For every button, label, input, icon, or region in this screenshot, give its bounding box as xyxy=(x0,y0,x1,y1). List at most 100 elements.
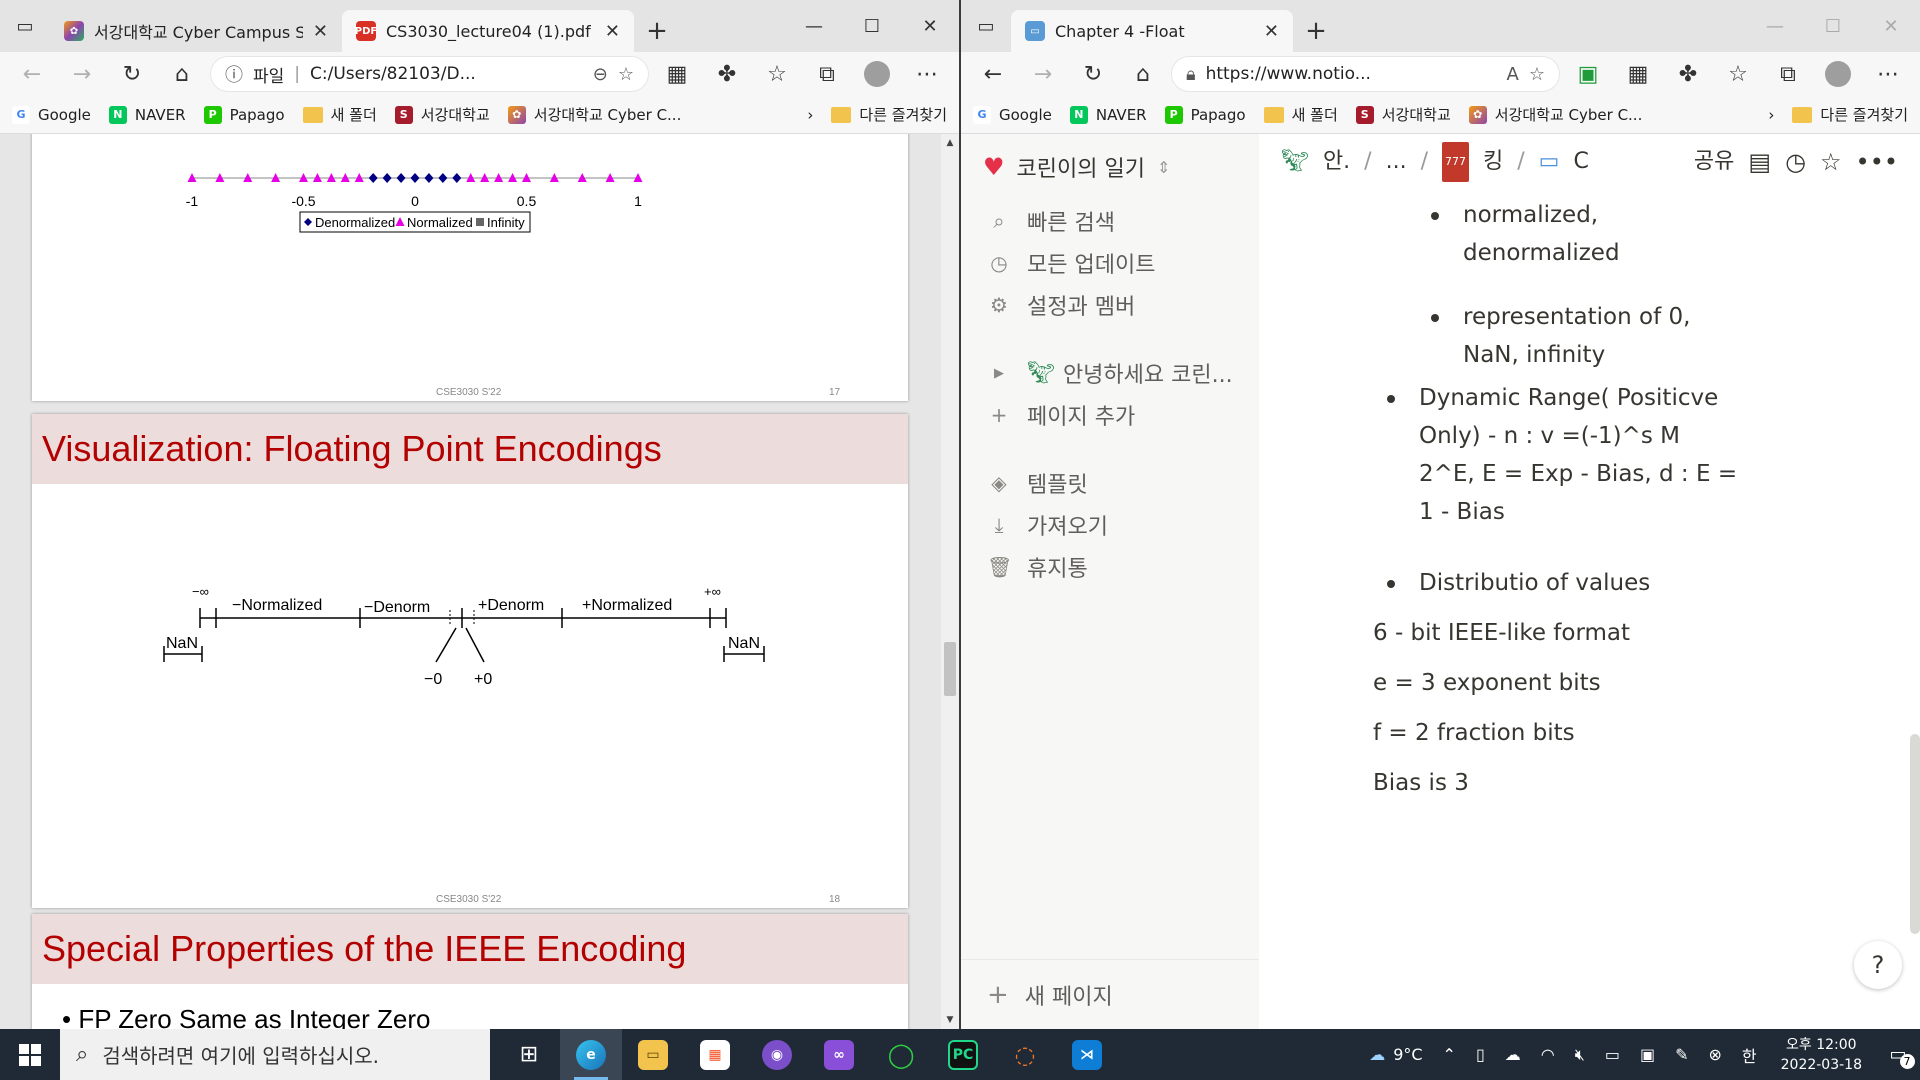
refresh-icon[interactable]: ↻ xyxy=(1071,54,1115,94)
file-explorer-icon[interactable]: ▭ xyxy=(622,1029,684,1080)
bookmark-other-favorites[interactable]: 다른 즐겨찾기 xyxy=(831,104,947,125)
text-line[interactable]: e = 3 exponent bits xyxy=(1373,664,1601,702)
bookmark-other-favorites[interactable]: 다른 즐겨찾기 xyxy=(1792,104,1908,125)
sidebar-item-settings[interactable]: ⚙ 설정과 멤버 xyxy=(961,284,1259,326)
bookmark-sogang[interactable]: S 서강대학교 xyxy=(1355,104,1451,125)
close-window-icon[interactable]: ✕ xyxy=(901,0,959,52)
refresh-app-icon[interactable]: ◯ xyxy=(870,1029,932,1080)
close-window-icon[interactable]: ✕ xyxy=(1862,0,1920,52)
bookmark-sogang-cyber[interactable]: ✿ 서강대학교 Cyber C... xyxy=(1468,104,1642,125)
volume-muted-icon[interactable]: 🔇︎ xyxy=(1565,1045,1595,1065)
sidebar-item-import[interactable]: ⤓ 가져오기 xyxy=(961,504,1259,546)
text-line[interactable]: Bias is 3 xyxy=(1373,764,1469,802)
breadcrumb-item[interactable]: 킹 xyxy=(1483,143,1503,181)
bookmark-papago[interactable]: P Papago xyxy=(203,105,285,124)
breadcrumb-item[interactable]: C xyxy=(1573,143,1588,181)
zoom-icon[interactable]: ⊖ xyxy=(593,64,608,85)
collections-icon[interactable]: ⧉ xyxy=(805,54,849,94)
refresh-icon[interactable]: ↻ xyxy=(110,54,154,94)
lock-icon[interactable]: 🔒︎ xyxy=(1186,64,1196,85)
sidebar-page-item[interactable]: ▶ 🦖︎ 안녕하세요 코린... xyxy=(961,352,1259,394)
favorites-icon[interactable]: ☆ xyxy=(755,54,799,94)
tab-notion[interactable]: ▭ Chapter 4 -Float ✕ xyxy=(1011,10,1293,52)
tray-chevron-icon[interactable]: ⌃ xyxy=(1433,1045,1466,1064)
expand-triangle-icon[interactable]: ▶ xyxy=(987,366,1011,381)
pycharm-icon[interactable]: PC xyxy=(932,1029,994,1080)
extension-icon[interactable]: ▦ xyxy=(1616,54,1660,94)
page-scrollbar[interactable] xyxy=(1910,734,1920,934)
tab-cyber-campus[interactable]: ✿ 서강대학교 Cyber Campus Syste ✕ xyxy=(50,10,342,52)
pdf-scrollbar[interactable]: ▲ ▼ xyxy=(941,134,959,1029)
favorites-icon[interactable]: ☆ xyxy=(1716,54,1760,94)
maximize-icon[interactable]: ☐ xyxy=(1804,0,1862,52)
bookmark-naver[interactable]: N NAVER xyxy=(1069,105,1147,124)
taskbar-clock[interactable]: 오후 12:00 2022-03-18 xyxy=(1767,1035,1876,1075)
text-line[interactable]: 6 - bit IEEE-like format xyxy=(1373,614,1630,652)
text-line[interactable]: f = 2 fraction bits xyxy=(1373,714,1575,752)
add-favorite-icon[interactable]: ☆ xyxy=(618,64,634,85)
scroll-up-icon[interactable]: ▲ xyxy=(941,134,959,152)
minimize-icon[interactable]: — xyxy=(785,0,843,52)
bookmark-sogang-cyber[interactable]: ✿ 서강대학교 Cyber C... xyxy=(507,104,681,125)
sidebar-item-quick-search[interactable]: ⌕ 빠른 검색 xyxy=(961,200,1259,242)
tray-device-icon[interactable]: ▯ xyxy=(1466,1045,1495,1064)
extension-icon[interactable]: ▦ xyxy=(655,54,699,94)
new-page-button[interactable]: + 새 페이지 xyxy=(961,959,1259,1029)
tab-actions-icon[interactable]: ▭ xyxy=(0,0,50,52)
bookmark-naver[interactable]: N NAVER xyxy=(108,105,186,124)
bookmark-papago[interactable]: P Papago xyxy=(1164,105,1246,124)
weather-widget[interactable]: ☁ 9°C xyxy=(1359,1045,1432,1064)
close-tab-icon[interactable]: ✕ xyxy=(313,21,328,42)
maximize-icon[interactable]: ☐ xyxy=(843,0,901,52)
sidebar-item-updates[interactable]: ◷ 모든 업데이트 xyxy=(961,242,1259,284)
tab-pdf[interactable]: PDF CS3030_lecture04 (1).pdf ✕ xyxy=(342,10,634,52)
ime-indicator[interactable]: 한 xyxy=(1732,1043,1767,1067)
edge-app-icon[interactable]: e xyxy=(560,1029,622,1080)
sidebar-item-templates[interactable]: ◈ 템플릿 xyxy=(961,462,1259,504)
tab-actions-icon[interactable]: ▭ xyxy=(961,0,1011,52)
more-menu-icon[interactable]: ⋯ xyxy=(905,54,949,94)
start-button[interactable] xyxy=(0,1029,60,1080)
share-button[interactable]: 공유 xyxy=(1694,143,1734,181)
bookmarks-more-icon[interactable]: › xyxy=(1768,106,1774,124)
visual-studio-icon[interactable]: ∞ xyxy=(808,1029,870,1080)
tray-close-icon[interactable]: ⊗ xyxy=(1698,1045,1731,1064)
bookmark-google[interactable]: G Google xyxy=(973,105,1052,124)
bookmark-new-folder[interactable]: 새 폴더 xyxy=(1263,104,1338,125)
workspace-switcher[interactable]: ♥ 코린이의 일기 ⇕ xyxy=(961,134,1259,200)
address-bar[interactable]: ⓘ 파일 | C:/Users/82103/D... ⊖ ☆ xyxy=(210,56,649,92)
forward-icon[interactable]: → xyxy=(60,54,104,94)
tray-app-icon[interactable]: ▣ xyxy=(1630,1045,1665,1064)
close-tab-icon[interactable]: ✕ xyxy=(605,21,620,42)
bookmark-new-folder[interactable]: 새 폴더 xyxy=(302,104,377,125)
sidebar-item-trash[interactable]: 🗑︎ 휴지통 xyxy=(961,546,1259,588)
wifi-icon[interactable]: ◠ xyxy=(1531,1045,1565,1064)
jupyter-icon[interactable]: ◌ xyxy=(994,1029,1056,1080)
minimize-icon[interactable]: — xyxy=(1746,0,1804,52)
sidebar-add-page[interactable]: + 페이지 추가 xyxy=(961,394,1259,436)
puzzle-icon[interactable]: ✤ xyxy=(705,54,749,94)
profile-avatar[interactable] xyxy=(855,54,899,94)
profile-avatar[interactable] xyxy=(1816,54,1860,94)
forward-icon[interactable]: → xyxy=(1021,54,1065,94)
back-icon[interactable]: ← xyxy=(971,54,1015,94)
screen-icon[interactable]: ▣ xyxy=(1566,54,1610,94)
read-aloud-icon[interactable]: A xyxy=(1507,64,1519,85)
store-icon[interactable]: ▦ xyxy=(684,1029,746,1080)
battery-icon[interactable]: ▭ xyxy=(1595,1045,1630,1064)
pen-icon[interactable]: ✎ xyxy=(1665,1045,1698,1064)
history-clock-icon[interactable]: ◷ xyxy=(1785,143,1806,181)
breadcrumb-item[interactable]: 안. xyxy=(1323,143,1350,181)
breadcrumb-item[interactable]: ... xyxy=(1386,143,1407,181)
home-icon[interactable]: ⌂ xyxy=(1121,54,1165,94)
taskbar-search-box[interactable]: ⌕ 검색하려면 여기에 입력하십시오. xyxy=(60,1029,490,1080)
vscode-icon[interactable]: ⋊ xyxy=(1056,1029,1118,1080)
pdf-viewer[interactable]: -1 -0.5 0 0.5 1 Denormalized Normalized Infinit… xyxy=(0,134,959,1029)
scroll-thumb[interactable] xyxy=(944,642,956,696)
tray-sync-icon[interactable]: ☁ xyxy=(1495,1045,1531,1064)
github-icon[interactable]: ◉ xyxy=(746,1029,808,1080)
notification-center-icon[interactable]: ▭ 7 xyxy=(1876,1044,1920,1069)
scroll-down-icon[interactable]: ▼ xyxy=(941,1011,959,1029)
add-favorite-icon[interactable]: ☆ xyxy=(1529,64,1545,85)
puzzle-icon[interactable]: ✤ xyxy=(1666,54,1710,94)
